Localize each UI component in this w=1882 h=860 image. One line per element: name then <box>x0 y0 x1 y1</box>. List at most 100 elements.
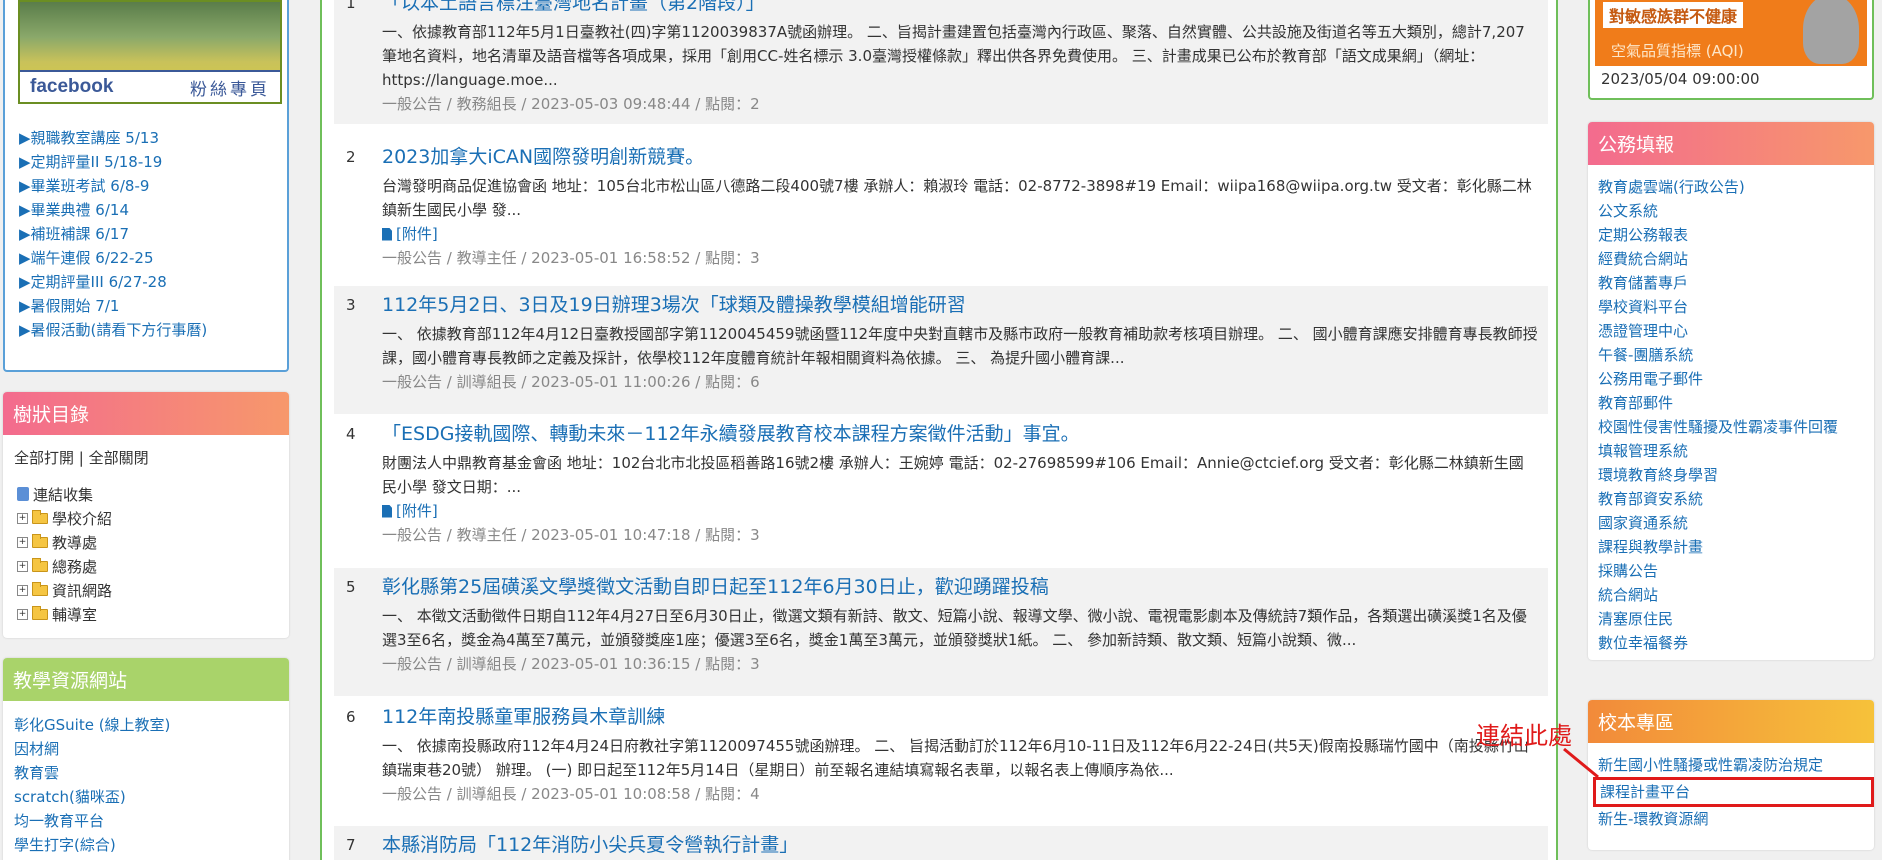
resource-link[interactable]: 學生打字(綜合) <box>14 833 289 857</box>
official-link[interactable]: 填報管理系統 <box>1598 439 1874 463</box>
expand-all-button[interactable]: 全部打開 <box>14 449 74 467</box>
tree-root[interactable]: 連結收集 <box>17 482 289 506</box>
official-link[interactable]: 採購公告 <box>1598 559 1874 583</box>
official-link[interactable]: 清塞原住民 <box>1598 607 1874 631</box>
aqi-headline: 對敏感族群不健康 <box>1603 2 1744 28</box>
expand-plus-icon[interactable]: + <box>17 512 28 524</box>
resource-link[interactable]: 均一教育平台 <box>14 809 289 833</box>
official-link[interactable]: 午餐-團膳系統 <box>1598 343 1874 367</box>
news-description: 財團法人中鼎教育基金會函 地址：102台北市北投區稻善路16號2樓 承辦人：王婉… <box>382 454 1524 496</box>
news-description: 一、 依據教育部112年4月12日臺教授國部字第1120045459號函暨112… <box>382 325 1538 367</box>
official-link[interactable]: 國家資通系統 <box>1598 511 1874 535</box>
official-link[interactable]: 教育處雲端(行政公告) <box>1598 175 1874 199</box>
resource-link[interactable]: 教育雲 <box>14 761 289 785</box>
attachment-link[interactable]: [附件] <box>382 499 1538 523</box>
official-link[interactable]: 數位幸福餐券 <box>1598 631 1874 655</box>
news-item: 3 112年5月2日、3日及19日辦理3場次「球類及體操教學模組增能研習 一、 … <box>334 286 1548 414</box>
folder-icon <box>32 557 48 572</box>
official-link[interactable]: 教育儲蓄專戶 <box>1598 271 1874 295</box>
news-number: 4 <box>346 425 356 443</box>
mascot-icon <box>1803 0 1859 64</box>
official-reporting-title: 公務填報 <box>1588 122 1874 165</box>
news-title-link[interactable]: 本縣消防局「112年消防小尖兵夏令營執行計畫」 <box>382 834 798 856</box>
official-link[interactable]: 校園性侵害性騷擾及性霸凌事件回覆 <box>1598 415 1874 439</box>
tree-node-counseling[interactable]: + 輔導室 <box>17 602 289 626</box>
aqi-label: 空氣品質指標 (AQI) <box>1611 42 1744 60</box>
official-link[interactable]: 教育部資安系統 <box>1598 487 1874 511</box>
expand-plus-icon[interactable]: + <box>17 584 28 596</box>
folder-icon <box>32 605 48 620</box>
resource-links: 彰化GSuite (線上教室) 因材網 教育雲 scratch(貓咪盃) 均一教… <box>3 701 289 857</box>
resource-link[interactable]: scratch(貓咪盃) <box>14 785 289 809</box>
tree-node-school-intro[interactable]: + 學校介紹 <box>17 506 289 530</box>
schedule-link[interactable]: ▶暑假活動(請看下方行事曆) <box>19 318 207 342</box>
official-link[interactable]: 統合網站 <box>1598 583 1874 607</box>
schedule-link[interactable]: ▶畢業典禮 6/14 <box>19 198 207 222</box>
annotation-arrow-icon <box>1563 747 1599 779</box>
official-link[interactable]: 課程與教學計畫 <box>1598 535 1874 559</box>
official-link[interactable]: 經費統合網站 <box>1598 247 1874 271</box>
official-link[interactable]: 公文系統 <box>1598 199 1874 223</box>
official-link[interactable]: 定期公務報表 <box>1598 223 1874 247</box>
schedule-link[interactable]: ▶補班補課 6/17 <box>19 222 207 246</box>
official-link[interactable]: 學校資料平台 <box>1598 295 1874 319</box>
curriculum-plan-platform-link[interactable]: 課程計畫平台 <box>1593 777 1874 807</box>
news-title-link[interactable]: 112年南投縣童軍服務員木章訓練 <box>382 706 665 728</box>
attachment-label: [附件] <box>396 225 438 243</box>
tree-separator: | <box>78 449 84 467</box>
official-link[interactable]: 教育部郵件 <box>1598 391 1874 415</box>
left-sidebar: facebook 粉絲專頁 ▶親職教室講座 5/13 ▶定期評量II 5/18-… <box>0 0 292 860</box>
school-link[interactable]: 新生-環教資源網 <box>1598 807 1874 831</box>
news-description: 台灣發明商品促進協會函 地址：105台北市松山區八德路二段400號7樓 承辦人：… <box>382 177 1532 219</box>
right-sidebar: 對敏感族群不健康 空氣品質指標 (AQI) 2023/05/04 09:00:0… <box>1588 0 1878 860</box>
aqi-banner[interactable]: 對敏感族群不健康 空氣品質指標 (AQI) <box>1595 0 1867 66</box>
expand-plus-icon[interactable]: + <box>17 536 28 548</box>
news-item: 5 彰化縣第25屆磺溪文學獎徵文活動自即日起至112年6月30日止，歡迎踴躍投稿… <box>334 568 1548 696</box>
official-link[interactable]: 公務用電子郵件 <box>1598 367 1874 391</box>
schedule-link[interactable]: ▶端午連假 6/22-25 <box>19 246 207 270</box>
news-meta: 一般公告 / 教導主任 / 2023-05-01 10:47:18 / 點閱：3 <box>382 526 760 544</box>
facebook-bar: facebook 粉絲專頁 <box>20 70 280 102</box>
attachment-label: [附件] <box>396 502 438 520</box>
collapse-all-button[interactable]: 全部關閉 <box>89 449 149 467</box>
folder-icon <box>32 581 48 596</box>
attachment-link[interactable]: [附件] <box>382 222 1538 246</box>
news-description: 一、依據教育部112年5月1日臺教社(四)字第1120039837A號函辦理。 … <box>382 23 1525 89</box>
schedule-list: ▶親職教室講座 5/13 ▶定期評量II 5/18-19 ▶畢業班考試 6/8-… <box>19 126 207 342</box>
news-item: 1 「以本土語言標注臺灣地名計畫（第2階段）」 一、依據教育部112年5月1日臺… <box>334 0 1548 124</box>
tree-node-it-network[interactable]: + 資訊網路 <box>17 578 289 602</box>
school-zone-panel: 校本專區 新生國小性騷擾或性霸凌防治規定 課程計畫平台 新生-環教資源網 <box>1588 700 1874 850</box>
news-title-link[interactable]: 「以本土語言標注臺灣地名計畫（第2階段）」 <box>382 0 765 14</box>
schedule-link[interactable]: ▶親職教室講座 5/13 <box>19 126 207 150</box>
resource-link[interactable]: 彰化GSuite (線上教室) <box>14 713 289 737</box>
tree-node-label: 資訊網路 <box>52 581 113 600</box>
schedule-link[interactable]: ▶定期評量III 6/27-28 <box>19 270 207 294</box>
news-title-link[interactable]: 112年5月2日、3日及19日辦理3場次「球類及體操教學模組增能研習 <box>382 294 966 316</box>
tree-node-teaching-office[interactable]: + 教導處 <box>17 530 289 554</box>
news-number: 6 <box>346 708 356 726</box>
official-link[interactable]: 環境教育終身學習 <box>1598 463 1874 487</box>
news-title-link[interactable]: 「ESDG接軌國際、轉動未來－112年永續發展教育校本課程方案徵件活動」事宜。 <box>382 423 1080 445</box>
tree-node-label: 學校介紹 <box>52 509 113 528</box>
official-link[interactable]: 憑證管理中心 <box>1598 319 1874 343</box>
expand-plus-icon[interactable]: + <box>17 608 28 620</box>
tree-node-label: 總務處 <box>52 557 98 576</box>
teaching-resources-panel: 教學資源網站 彰化GSuite (線上教室) 因材網 教育雲 scratch(貓… <box>3 658 289 860</box>
news-title-link[interactable]: 2023加拿大iCAN國際發明創新競賽。 <box>382 146 704 168</box>
resource-link[interactable]: 因材網 <box>14 737 289 761</box>
school-links: 新生國小性騷擾或性霸凌防治規定 課程計畫平台 新生-環教資源網 <box>1588 743 1874 831</box>
school-link[interactable]: 新生國小性騷擾或性霸凌防治規定 <box>1598 753 1874 777</box>
facebook-fanpage-banner[interactable]: facebook 粉絲專頁 <box>18 0 282 104</box>
folder-icon <box>32 509 48 524</box>
news-meta: 一般公告 / 訓導組長 / 2023-05-01 10:36:15 / 點閱：3 <box>382 655 760 673</box>
schedule-link[interactable]: ▶暑假開始 7/1 <box>19 294 207 318</box>
news-number: 1 <box>346 0 356 12</box>
expand-plus-icon[interactable]: + <box>17 560 28 572</box>
tree-directory-panel: 樹狀目錄 全部打開 | 全部關閉 連結收集 + 學校介紹 + 教導處 + 總務處… <box>3 392 289 638</box>
news-title-link[interactable]: 彰化縣第25屆磺溪文學獎徵文活動自即日起至112年6月30日止，歡迎踴躍投稿 <box>382 576 1049 598</box>
tree-node-general-affairs[interactable]: + 總務處 <box>17 554 289 578</box>
news-item: 4 「ESDG接軌國際、轉動未來－112年永續發展教育校本課程方案徵件活動」事宜… <box>334 415 1548 565</box>
schedule-link[interactable]: ▶定期評量II 5/18-19 <box>19 150 207 174</box>
news-item: 6 112年南投縣童軍服務員木章訓練 一、 依據南投縣政府112年4月24日府教… <box>334 698 1548 824</box>
schedule-link[interactable]: ▶畢業班考試 6/8-9 <box>19 174 207 198</box>
